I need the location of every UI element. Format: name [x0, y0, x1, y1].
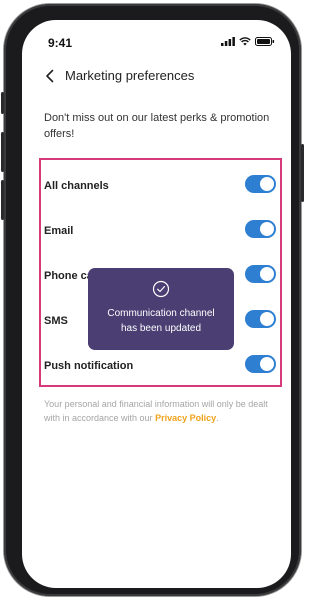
silent-switch [1, 92, 4, 114]
toast-notification: Communication channel has been updated [88, 268, 234, 350]
toggle-knob [260, 267, 274, 281]
toggle-knob [260, 177, 274, 191]
privacy-policy-link[interactable]: Privacy Policy [155, 413, 216, 423]
status-time: 9:41 [48, 36, 73, 50]
toggle-row-push-notification: Push notification [44, 355, 276, 379]
check-circle-icon [152, 280, 170, 298]
signal-icon [221, 37, 235, 46]
toggle-row-email: Email [44, 220, 276, 244]
privacy-note: Your personal and financial information … [44, 397, 276, 425]
toggle-knob [260, 222, 274, 236]
page-title: Marketing preferences [65, 68, 195, 83]
toggle-knob [260, 357, 274, 371]
status-bar: 9:41 [22, 20, 291, 64]
volume-down-button [1, 180, 4, 220]
phone-call-toggle[interactable] [245, 265, 276, 283]
all-channels-toggle[interactable] [245, 175, 276, 193]
toggle-label: Push notification [44, 360, 134, 372]
page-header: Marketing preferences [22, 62, 291, 90]
wifi-icon [239, 37, 251, 46]
toggle-label: All channels [44, 180, 109, 192]
app-screen: 9:41 Marketing preferences Don't miss ou… [22, 20, 291, 588]
toggle-row-all-channels: All channels [44, 175, 276, 199]
email-toggle[interactable] [245, 220, 276, 238]
toggle-label: SMS [44, 315, 68, 327]
status-icons [221, 37, 275, 46]
toggle-knob [260, 312, 274, 326]
toggle-label: Email [44, 225, 74, 237]
description-text: Don't miss out on our latest perks & pro… [44, 112, 270, 140]
privacy-note-end: . [216, 413, 219, 423]
toast-message: Communication channel has been updated [107, 308, 215, 334]
sms-toggle[interactable] [245, 310, 276, 328]
back-arrow-icon[interactable] [42, 68, 58, 84]
push-notification-toggle[interactable] [245, 355, 276, 373]
volume-up-button [1, 132, 4, 172]
battery-icon [255, 37, 275, 46]
phone-frame: 9:41 Marketing preferences Don't miss ou… [1, 4, 304, 596]
power-button [301, 144, 304, 202]
